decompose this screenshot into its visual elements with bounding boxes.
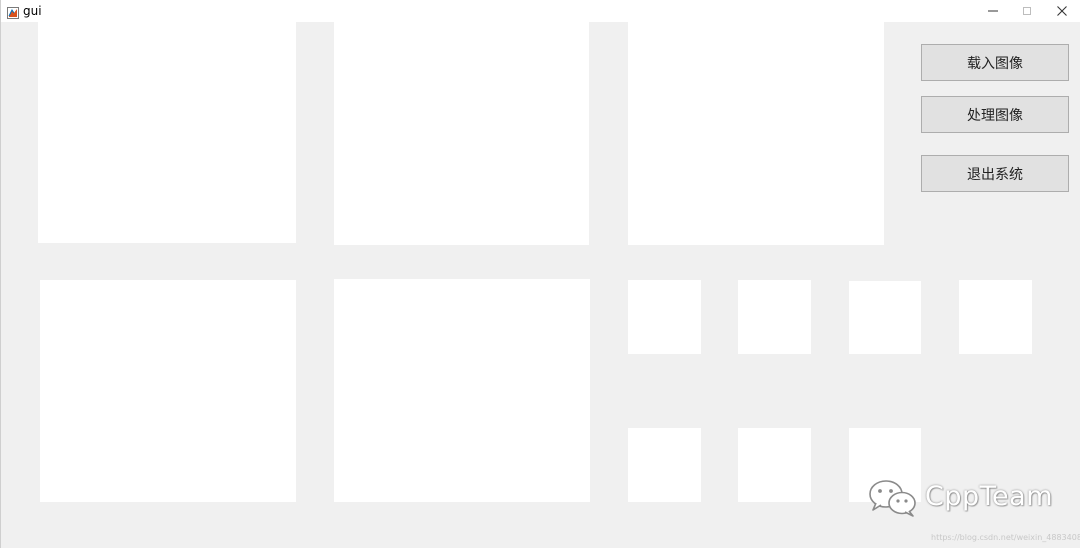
axes-small-6 (738, 428, 811, 502)
process-image-button[interactable]: 处理图像 (921, 96, 1069, 133)
figure-window: gui 载入图像 处理图像 退出系统 CppTeam https://blog.… (0, 0, 1080, 548)
exit-system-button[interactable]: 退出系统 (921, 155, 1069, 192)
axes-small-5 (628, 428, 701, 502)
maximize-button[interactable] (1010, 0, 1044, 22)
matlab-figure-icon (7, 4, 19, 19)
axes-small-3 (849, 281, 921, 354)
minimize-button[interactable] (976, 0, 1010, 22)
watermark-brand: CppTeam (925, 481, 1053, 512)
close-icon (1057, 6, 1067, 16)
axes-panel-5 (334, 279, 590, 502)
minimize-icon (988, 6, 998, 16)
window-title: gui (23, 4, 42, 18)
axes-panel-4 (40, 280, 296, 502)
wechat-logo (867, 478, 919, 518)
load-image-button[interactable]: 载入图像 (921, 44, 1069, 81)
watermark-url: https://blog.csdn.net/weixin_48834081 (931, 533, 1080, 542)
axes-small-4 (959, 280, 1032, 354)
axes-small-1 (628, 280, 701, 354)
title-bar[interactable]: gui (1, 0, 1080, 22)
axes-panel-1 (38, 22, 296, 243)
maximize-icon (1022, 6, 1032, 16)
close-button[interactable] (1045, 0, 1079, 22)
axes-panel-2 (334, 22, 589, 245)
axes-panel-3 (628, 22, 884, 245)
axes-small-2 (738, 280, 811, 354)
